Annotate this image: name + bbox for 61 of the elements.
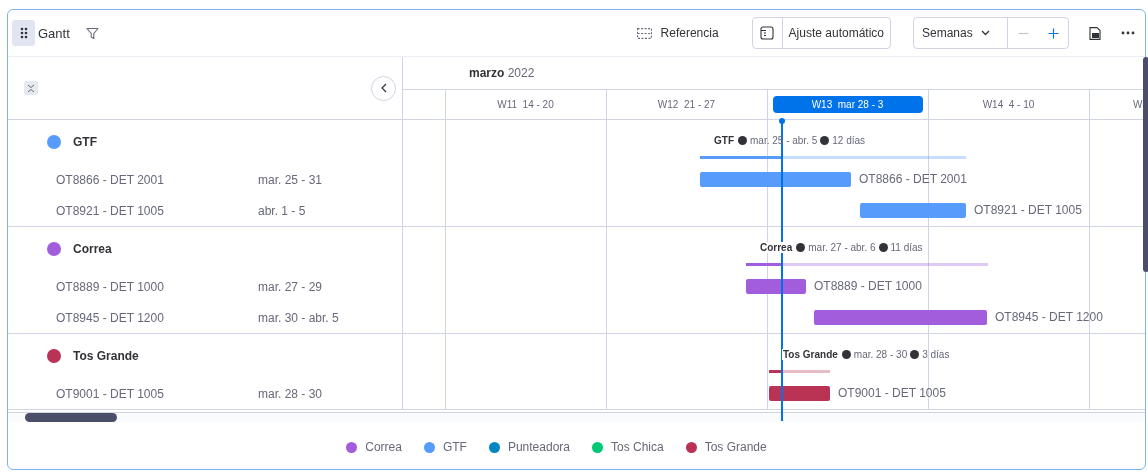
- task-name[interactable]: OT8921 - DET 1005: [56, 203, 258, 218]
- autofit-button[interactable]: Ajuste automático: [782, 18, 890, 48]
- task-dates: mar. 25 - 31: [258, 172, 323, 187]
- dot-icon: [841, 350, 851, 359]
- bar-label: OT8945 - DET 1200: [995, 310, 1103, 324]
- week-label[interactable]: W13 mar 28 - 3: [772, 96, 923, 113]
- horizontal-scrollbar[interactable]: [25, 413, 117, 422]
- task-dates: mar. 30 - abr. 5: [258, 310, 339, 325]
- task-dates: abr. 1 - 5: [258, 203, 306, 218]
- dot-icon: [878, 243, 888, 252]
- drag-handle-icon[interactable]: [12, 20, 35, 46]
- bar-label: OT8866 - DET 2001: [859, 172, 967, 186]
- chevron-left-icon: [380, 83, 387, 93]
- fit-icon[interactable]: [760, 26, 775, 40]
- bar-label: OT8921 - DET 1005: [974, 203, 1082, 217]
- summary-dates: mar. 27 - abr. 6: [808, 242, 876, 253]
- group-name[interactable]: Tos Grande: [73, 349, 139, 363]
- chevron-down-icon: [980, 30, 990, 36]
- collapse-pane-button[interactable]: [371, 75, 396, 101]
- week-label[interactable]: W12 21 - 27: [657, 97, 716, 112]
- dot-icon: [910, 350, 920, 359]
- plus-icon: [1047, 27, 1059, 39]
- summary-name: Correa: [759, 242, 794, 253]
- list-icon[interactable]: [636, 27, 652, 39]
- task-name[interactable]: OT8889 - DET 1000: [56, 279, 258, 294]
- summary-name: GTF: [713, 135, 735, 146]
- summary-duration: 3 días: [922, 349, 950, 360]
- task-name[interactable]: OT9001 - DET 1005: [56, 386, 258, 401]
- summary-duration: 12 días: [832, 135, 866, 146]
- group-name[interactable]: GTF: [73, 135, 97, 149]
- legend-label: Tos Grande: [704, 440, 767, 454]
- summary-name: Tos Grande: [782, 349, 839, 360]
- more-icon[interactable]: [1121, 31, 1135, 35]
- task-dates: mar. 27 - 29: [258, 279, 323, 294]
- dot-icon: [738, 136, 747, 145]
- legend-label: Correa: [365, 440, 402, 454]
- task-name[interactable]: OT8945 - DET 1200: [56, 310, 258, 325]
- group-name[interactable]: Correa: [73, 242, 112, 256]
- summary-duration: 11 días: [890, 242, 923, 253]
- legend-label: GTF: [442, 440, 467, 454]
- reference-link[interactable]: Referencia: [660, 26, 719, 40]
- month-label: marzo 2022: [469, 66, 535, 80]
- task-name[interactable]: OT8866 - DET 2001: [56, 172, 258, 187]
- week-label[interactable]: W: [1133, 97, 1143, 112]
- export-icon[interactable]: [1089, 26, 1101, 40]
- dot-icon: [796, 243, 806, 252]
- legend-label: Punteadora: [507, 440, 570, 454]
- task-dates: mar. 28 - 30: [258, 386, 323, 401]
- filter-icon[interactable]: [85, 26, 99, 40]
- bar-label: OT9001 - DET 1005: [838, 386, 946, 400]
- dot-icon: [820, 136, 830, 145]
- week-label[interactable]: W14 4 - 10: [982, 97, 1035, 112]
- vertical-scrollbar[interactable]: [1143, 57, 1148, 272]
- summary-dates: mar. 28 - 30: [853, 349, 908, 360]
- collapse-icon[interactable]: [24, 81, 38, 95]
- week-label[interactable]: W11 14 - 20: [497, 97, 554, 112]
- summary-line: [769, 370, 830, 373]
- task-bar[interactable]: [769, 386, 830, 401]
- board-title: Gantt: [38, 25, 70, 41]
- bar-label: OT8889 - DET 1000: [814, 279, 922, 293]
- legend-label: Tos Chica: [611, 440, 664, 454]
